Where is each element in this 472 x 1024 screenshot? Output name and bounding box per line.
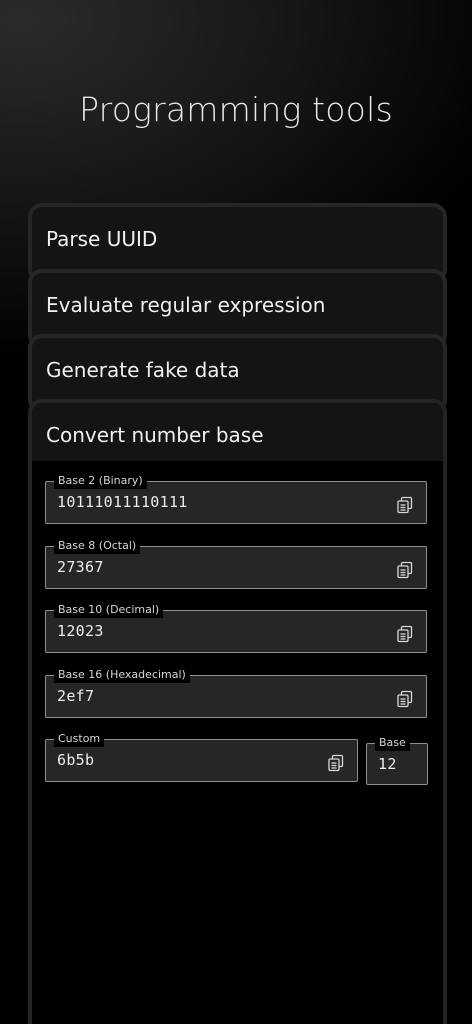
copy-icon[interactable] [396,496,414,514]
base16-field[interactable]: Base 16 (Hexadecimal) 2ef7 [45,667,427,718]
base8-label: Base 8 (Octal) [54,538,141,554]
copy-icon[interactable] [396,690,414,708]
base10-value[interactable]: 12023 [57,622,104,640]
copy-icon[interactable] [396,625,414,643]
base2-label: Base 2 (Binary) [54,473,147,489]
base-value[interactable]: 12 [378,755,397,773]
copy-icon[interactable] [396,561,414,579]
base8-field[interactable]: Base 8 (Octal) 27367 [45,538,427,589]
tool-card-title: Generate fake data [46,358,240,382]
custom-label: Custom [54,731,105,747]
tool-card-title: Convert number base [46,423,264,447]
copy-icon[interactable] [327,754,345,772]
base10-field[interactable]: Base 10 (Decimal) 12023 [45,602,427,653]
custom-base-number-field[interactable]: Base 12 [366,735,428,785]
base16-label: Base 16 (Hexadecimal) [54,667,190,683]
base2-value[interactable]: 10111011110111 [57,493,188,511]
base16-value[interactable]: 2ef7 [57,687,94,705]
tool-card-title: Parse UUID [46,227,158,251]
custom-value[interactable]: 6b5b [57,751,94,769]
tool-card-title: Evaluate regular expression [46,293,326,317]
custom-base-field[interactable]: Custom 6b5b [45,731,358,782]
base-label: Base [375,735,410,751]
base2-field[interactable]: Base 2 (Binary) 10111011110111 [45,473,427,524]
screen: Programming tools Parse UUID Evaluate re… [0,0,472,1024]
page-title: Programming tools [79,90,393,129]
base8-value[interactable]: 27367 [57,558,104,576]
tool-card-convert-number-base: Convert number base Base 2 (Binary) 1011… [28,399,447,1024]
base10-label: Base 10 (Decimal) [54,602,164,618]
